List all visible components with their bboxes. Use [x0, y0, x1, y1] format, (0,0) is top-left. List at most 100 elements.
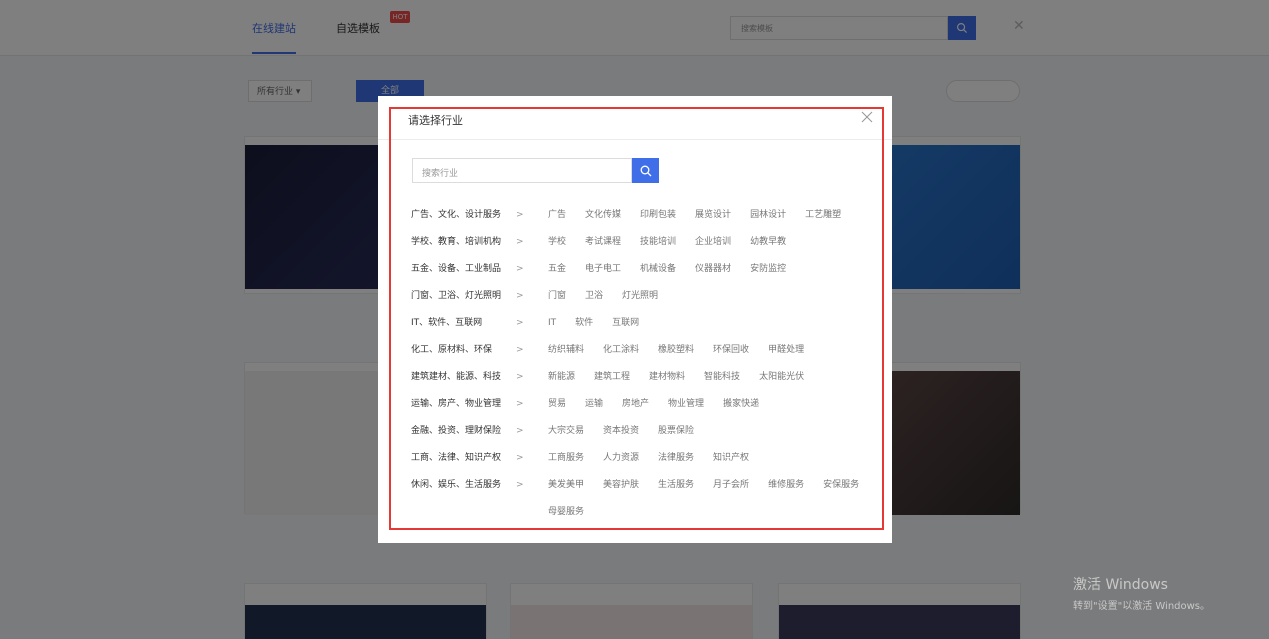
industry-subcategory[interactable]: 工艺雕塑	[805, 206, 841, 224]
industry-subcategory[interactable]: 门窗	[548, 287, 566, 305]
industry-subcategory[interactable]: 幼教早教	[750, 233, 786, 251]
industry-category-row: 化工、原材料、环保 > 纺织辅料 化工涂料 橡胶塑料 环保回收 甲醛处理	[411, 341, 881, 359]
industry-subcategory[interactable]: 股票保险	[658, 422, 694, 440]
industry-subcategory-list: IT 软件 互联网	[548, 314, 888, 341]
chevron-right-icon: >	[516, 426, 524, 436]
industry-subcategory-list: 工商服务 人力资源 法律服务 知识产权	[548, 449, 888, 476]
industry-subcategory-list: 门窗 卫浴 灯光照明	[548, 287, 888, 314]
industry-subcategory[interactable]: 搬家快递	[723, 395, 759, 413]
industry-category-label[interactable]: 门窗、卫浴、灯光照明	[411, 287, 501, 305]
industry-subcategory[interactable]: 互联网	[612, 314, 639, 332]
chevron-right-icon: >	[516, 291, 524, 301]
industry-subcategory[interactable]: 文化传媒	[585, 206, 621, 224]
chevron-right-icon: >	[516, 453, 524, 463]
industry-subcategory[interactable]: 仪器器材	[695, 260, 731, 278]
industry-category-row: 五金、设备、工业制品 > 五金 电子电工 机械设备 仪器器材 安防监控	[411, 260, 881, 278]
industry-category-row: 运输、房产、物业管理 > 贸易 运输 房地产 物业管理 搬家快递	[411, 395, 881, 413]
industry-subcategory[interactable]: 美发美甲	[548, 476, 584, 494]
industry-subcategory[interactable]: 建材物料	[649, 368, 685, 386]
industry-subcategory-list: 美发美甲 美容护肤 生活服务 月子会所 维修服务 安保服务 母婴服务	[548, 476, 893, 530]
industry-subcategory[interactable]: 新能源	[548, 368, 575, 386]
industry-category-row: 学校、教育、培训机构 > 学校 考试课程 技能培训 企业培训 幼教早教	[411, 233, 881, 251]
windows-activation-watermark: 激活 Windows 转到"设置"以激活 Windows。	[1073, 574, 1210, 612]
industry-category-label[interactable]: IT、软件、互联网	[411, 314, 482, 332]
industry-subcategory[interactable]: 纺织辅料	[548, 341, 584, 359]
industry-subcategory[interactable]: 智能科技	[704, 368, 740, 386]
industry-subcategory[interactable]: 机械设备	[640, 260, 676, 278]
chevron-right-icon: >	[516, 480, 524, 490]
industry-category-label[interactable]: 休闲、娱乐、生活服务	[411, 476, 501, 494]
chevron-right-icon: >	[516, 264, 524, 274]
industry-category-row: 广告、文化、设计服务 > 广告 文化传媒 印刷包装 展览设计 园林设计 工艺雕塑	[411, 206, 881, 224]
industry-subcategory[interactable]: 运输	[585, 395, 603, 413]
industry-category-label[interactable]: 工商、法律、知识产权	[411, 449, 501, 467]
industry-category-row: 金融、投资、理财保险 > 大宗交易 资本投资 股票保险	[411, 422, 881, 440]
industry-select-modal: 请选择行业 搜索行业 广告、文化、设计服务 > 广告 文化传媒 印刷包装 展览设…	[378, 96, 892, 543]
industry-subcategory[interactable]: 美容护肤	[603, 476, 639, 494]
industry-subcategory[interactable]: 房地产	[622, 395, 649, 413]
industry-subcategory[interactable]: 甲醛处理	[768, 341, 804, 359]
modal-title: 请选择行业	[408, 114, 463, 127]
industry-subcategory[interactable]: 环保回收	[713, 341, 749, 359]
industry-subcategory[interactable]: 物业管理	[668, 395, 704, 413]
industry-subcategory-list: 贸易 运输 房地产 物业管理 搬家快递	[548, 395, 888, 422]
industry-subcategory[interactable]: 安防监控	[750, 260, 786, 278]
industry-subcategory[interactable]: 软件	[575, 314, 593, 332]
chevron-right-icon: >	[516, 372, 524, 382]
industry-subcategory-list: 学校 考试课程 技能培训 企业培训 幼教早教	[548, 233, 888, 260]
industry-subcategory[interactable]: 建筑工程	[594, 368, 630, 386]
search-icon	[640, 165, 651, 176]
industry-category-label[interactable]: 金融、投资、理财保险	[411, 422, 501, 440]
industry-category-row: 建筑建材、能源、科技 > 新能源 建筑工程 建材物料 智能科技 太阳能光伏	[411, 368, 881, 386]
chevron-right-icon: >	[516, 318, 524, 328]
chevron-right-icon: >	[516, 237, 524, 247]
industry-subcategory[interactable]: 技能培训	[640, 233, 676, 251]
chevron-right-icon: >	[516, 210, 524, 220]
chevron-right-icon: >	[516, 345, 524, 355]
industry-category-row: 门窗、卫浴、灯光照明 > 门窗 卫浴 灯光照明	[411, 287, 881, 305]
industry-category-row: IT、软件、互联网 > IT 软件 互联网	[411, 314, 881, 332]
watermark-line-1: 激活 Windows	[1073, 577, 1168, 593]
industry-subcategory[interactable]: 太阳能光伏	[759, 368, 804, 386]
industry-subcategory[interactable]: 生活服务	[658, 476, 694, 494]
industry-category-label[interactable]: 五金、设备、工业制品	[411, 260, 501, 278]
industry-subcategory[interactable]: 广告	[548, 206, 566, 224]
industry-subcategory[interactable]: 卫浴	[585, 287, 603, 305]
industry-subcategory[interactable]: 企业培训	[695, 233, 731, 251]
industry-subcategory[interactable]: 学校	[548, 233, 566, 251]
industry-subcategory[interactable]: 电子电工	[585, 260, 621, 278]
industry-category-label[interactable]: 化工、原材料、环保	[411, 341, 492, 359]
industry-subcategory-list: 纺织辅料 化工涂料 橡胶塑料 环保回收 甲醛处理	[548, 341, 888, 368]
industry-category-label[interactable]: 广告、文化、设计服务	[411, 206, 501, 224]
industry-subcategory[interactable]: 安保服务	[823, 476, 859, 494]
industry-subcategory[interactable]: 展览设计	[695, 206, 731, 224]
industry-subcategory[interactable]: 母婴服务	[548, 503, 584, 521]
watermark-line-2: 转到"设置"以激活 Windows。	[1073, 601, 1211, 612]
industry-subcategory[interactable]: 考试课程	[585, 233, 621, 251]
industry-subcategory[interactable]: 知识产权	[713, 449, 749, 467]
industry-subcategory[interactable]: 维修服务	[768, 476, 804, 494]
industry-category-label[interactable]: 建筑建材、能源、科技	[411, 368, 501, 386]
industry-subcategory[interactable]: 工商服务	[548, 449, 584, 467]
industry-subcategory[interactable]: 橡胶塑料	[658, 341, 694, 359]
industry-category-row: 休闲、娱乐、生活服务 > 美发美甲 美容护肤 生活服务 月子会所 维修服务 安保…	[411, 476, 881, 521]
industry-subcategory-list: 大宗交易 资本投资 股票保险	[548, 422, 888, 449]
industry-subcategory[interactable]: 人力资源	[603, 449, 639, 467]
industry-subcategory[interactable]: 法律服务	[658, 449, 694, 467]
industry-category-label[interactable]: 运输、房产、物业管理	[411, 395, 501, 413]
industry-category-label[interactable]: 学校、教育、培训机构	[411, 233, 501, 251]
industry-subcategory[interactable]: 园林设计	[750, 206, 786, 224]
industry-category-row: 工商、法律、知识产权 > 工商服务 人力资源 法律服务 知识产权	[411, 449, 881, 467]
industry-subcategory[interactable]: 月子会所	[713, 476, 749, 494]
industry-subcategory[interactable]: 化工涂料	[603, 341, 639, 359]
industry-search-button[interactable]	[632, 158, 659, 183]
industry-subcategory[interactable]: 大宗交易	[548, 422, 584, 440]
industry-subcategory[interactable]: 贸易	[548, 395, 566, 413]
industry-search-input[interactable]: 搜索行业	[412, 158, 632, 183]
industry-subcategory[interactable]: 五金	[548, 260, 566, 278]
industry-subcategory[interactable]: IT	[548, 314, 556, 332]
industry-subcategory[interactable]: 资本投资	[603, 422, 639, 440]
industry-subcategory[interactable]: 印刷包装	[640, 206, 676, 224]
industry-subcategory[interactable]: 灯光照明	[622, 287, 658, 305]
close-icon[interactable]	[860, 110, 874, 124]
